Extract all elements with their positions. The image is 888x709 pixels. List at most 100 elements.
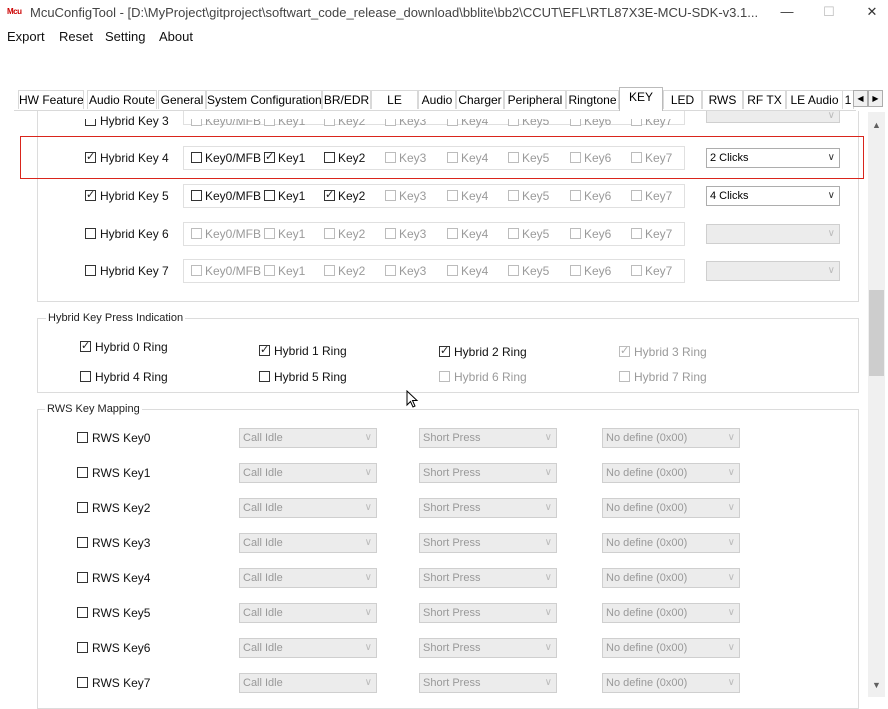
tab-scroll-right-icon[interactable]: ▶	[868, 90, 883, 107]
action-select[interactable]: No define (0x00) ∨	[602, 568, 740, 588]
tab-le-audio[interactable]: LE Audio	[786, 90, 843, 109]
hybrid-0-ring-checkbox[interactable]	[80, 339, 91, 352]
action-select[interactable]: No define (0x00) ∨	[602, 533, 740, 553]
chevron-down-icon: ∨	[364, 642, 372, 653]
action-select[interactable]: No define (0x00) ∨	[602, 603, 740, 623]
key-checkbox[interactable]	[385, 190, 396, 201]
menu-reset[interactable]: Reset	[59, 29, 93, 44]
scroll-up-icon[interactable]: ▲	[868, 120, 885, 130]
menu-export[interactable]: Export	[7, 29, 45, 44]
tab-peripheral[interactable]: Peripheral	[504, 90, 566, 109]
rws-key7-checkbox[interactable]	[77, 677, 88, 688]
call-state-select[interactable]: Call Idle ∨	[239, 568, 377, 588]
call-state-select[interactable]: Call Idle ∨	[239, 533, 377, 553]
key-checkbox[interactable]	[447, 228, 458, 239]
scroll-down-icon[interactable]: ▼	[868, 680, 885, 690]
action-select[interactable]: No define (0x00) ∨	[602, 673, 740, 693]
tab-key[interactable]: KEY	[619, 87, 663, 111]
hybrid-4-ring-checkbox[interactable]	[80, 371, 91, 382]
tab-general[interactable]: General	[158, 90, 206, 109]
maximize-button[interactable]: ☐	[819, 3, 839, 21]
press-type-select[interactable]: Short Press ∨	[419, 533, 557, 553]
call-state-select[interactable]: Call Idle ∨	[239, 638, 377, 658]
rws-key2-checkbox[interactable]	[77, 502, 88, 513]
key-checkbox[interactable]	[570, 228, 581, 239]
call-state-select[interactable]: Call Idle ∨	[239, 428, 377, 448]
vertical-scrollbar[interactable]	[868, 112, 885, 697]
tab-rf-tx[interactable]: RF TX	[743, 90, 786, 109]
action-select[interactable]: No define (0x00) ∨	[602, 498, 740, 518]
press-type-select[interactable]: Short Press ∨	[419, 638, 557, 658]
scrollbar-thumb[interactable]	[869, 290, 884, 376]
minimize-button[interactable]: —	[777, 3, 797, 21]
key-checkbox[interactable]	[508, 228, 519, 239]
hybrid-key-7-checkbox[interactable]	[85, 265, 96, 276]
key-checkbox[interactable]	[631, 190, 642, 201]
rws-key3-checkbox[interactable]	[77, 537, 88, 548]
rws-key5-checkbox[interactable]	[77, 607, 88, 618]
key-checkbox[interactable]	[191, 228, 202, 239]
key-checkbox[interactable]	[385, 228, 396, 239]
hybrid-2-ring-checkbox[interactable]	[439, 344, 450, 357]
press-type-select[interactable]: Short Press ∨	[419, 463, 557, 483]
rws-key1-checkbox[interactable]	[77, 467, 88, 478]
tab-scroll-left-icon[interactable]: ◀	[853, 90, 868, 107]
click-count-select[interactable]: ∨	[706, 261, 840, 281]
hybrid-6-ring-checkbox[interactable]	[439, 371, 450, 382]
key-checkbox[interactable]	[324, 188, 335, 201]
hybrid-key-5-checkbox[interactable]	[85, 188, 96, 201]
press-type-select[interactable]: Short Press ∨	[419, 428, 557, 448]
tab-system-configuration[interactable]: System Configuration	[206, 90, 322, 109]
rws-key6-checkbox[interactable]	[77, 642, 88, 653]
tab-audio-route[interactable]: Audio Route	[87, 90, 157, 109]
hybrid-7-ring-checkbox[interactable]	[619, 371, 630, 382]
call-state-select[interactable]: Call Idle ∨	[239, 463, 377, 483]
close-button[interactable]: ✕	[862, 3, 882, 21]
key-checkbox[interactable]	[324, 228, 335, 239]
key-checkbox[interactable]	[570, 265, 581, 276]
tab-charger[interactable]: Charger	[456, 90, 504, 109]
key-checkbox[interactable]	[191, 265, 202, 276]
press-type-select[interactable]: Short Press ∨	[419, 603, 557, 623]
key-checkbox[interactable]	[191, 190, 202, 201]
press-type-select[interactable]: Short Press ∨	[419, 568, 557, 588]
key-checkbox[interactable]	[447, 190, 458, 201]
action-select[interactable]: No define (0x00) ∨	[602, 638, 740, 658]
tab-le[interactable]: LE	[371, 90, 418, 109]
menu-about[interactable]: About	[159, 29, 193, 44]
key-checkbox[interactable]	[264, 228, 275, 239]
key-checkbox[interactable]	[324, 265, 335, 276]
action-select[interactable]: No define (0x00) ∨	[602, 428, 740, 448]
tab-br-edr[interactable]: BR/EDR	[322, 90, 371, 109]
click-count-select[interactable]: ∨	[706, 111, 840, 123]
key-checkbox[interactable]	[570, 190, 581, 201]
key-checkbox[interactable]	[264, 265, 275, 276]
hybrid-3-ring-checkbox[interactable]	[619, 344, 630, 357]
key-checkbox[interactable]	[385, 265, 396, 276]
call-state-select[interactable]: Call Idle ∨	[239, 498, 377, 518]
click-count-select[interactable]: 4 Clicks ∨	[706, 186, 840, 206]
hybrid-1-ring-checkbox[interactable]	[259, 343, 270, 356]
click-count-select[interactable]: ∨	[706, 224, 840, 244]
hybrid-key-6-checkbox[interactable]	[85, 228, 96, 239]
press-type-select[interactable]: Short Press ∨	[419, 673, 557, 693]
rws-key0-checkbox[interactable]	[77, 432, 88, 443]
rws-key4-checkbox[interactable]	[77, 572, 88, 583]
key-checkbox[interactable]	[631, 265, 642, 276]
tab-audio[interactable]: Audio	[418, 90, 456, 109]
action-select[interactable]: No define (0x00) ∨	[602, 463, 740, 483]
tab-hw-feature[interactable]: HW Feature	[18, 90, 84, 109]
menu-setting[interactable]: Setting	[105, 29, 145, 44]
press-type-select[interactable]: Short Press ∨	[419, 498, 557, 518]
tab-led[interactable]: LED	[663, 90, 702, 109]
key-checkbox[interactable]	[508, 190, 519, 201]
key-checkbox[interactable]	[447, 265, 458, 276]
key-checkbox[interactable]	[264, 190, 275, 201]
call-state-select[interactable]: Call Idle ∨	[239, 603, 377, 623]
hybrid-5-ring-checkbox[interactable]	[259, 371, 270, 382]
tab-rws[interactable]: RWS	[702, 90, 743, 109]
key-checkbox[interactable]	[508, 265, 519, 276]
tab-ringtone[interactable]: Ringtone	[566, 90, 619, 109]
call-state-select[interactable]: Call Idle ∨	[239, 673, 377, 693]
key-checkbox[interactable]	[631, 228, 642, 239]
